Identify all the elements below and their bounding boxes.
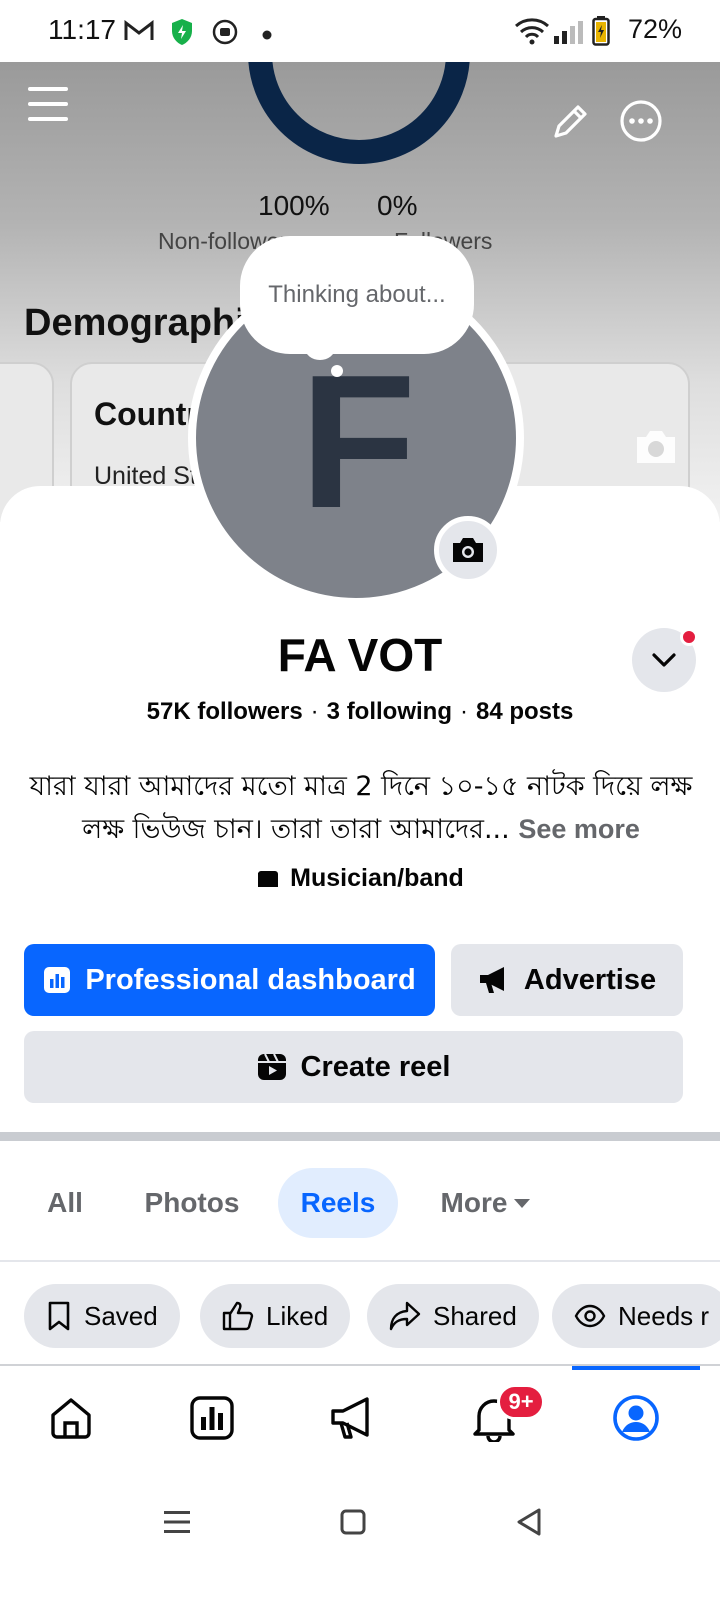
status-bar: 11:17 72% [0, 0, 720, 62]
profile-stats: 57K followers · 3 following · 84 posts [0, 698, 720, 726]
thought-bubble[interactable]: Thinking about... [240, 236, 474, 354]
chip-liked-label: Liked [266, 1300, 329, 1331]
create-reel-label: Create reel [300, 1050, 451, 1083]
chip-shared-label: Shared [433, 1300, 517, 1331]
profile-name: FA VOT [277, 629, 443, 681]
followers-percent: 0% [377, 190, 418, 221]
stats-separator: · [310, 698, 319, 725]
nav-active-indicator [572, 1366, 700, 1370]
tab-all[interactable]: All [28, 1168, 102, 1238]
nav-advertise[interactable] [323, 1388, 383, 1448]
tab-reels[interactable]: Reels [278, 1168, 398, 1238]
professional-dashboard-button[interactable]: Professional dashboard [24, 944, 435, 1016]
menu-icon[interactable] [24, 82, 72, 126]
nav-dashboard[interactable] [182, 1388, 242, 1448]
eye-icon [574, 1304, 606, 1328]
thought-bubble-text: Thinking about... [268, 281, 446, 308]
nav-profile[interactable] [606, 1388, 666, 1448]
share-icon [389, 1301, 421, 1331]
profile-bio: যারা যারা আমাদের মতো মাত্র 2 দিনে ১০-১৫ … [28, 766, 694, 851]
status-time: 11:17 [48, 14, 116, 45]
non-followers-percent: 100% [258, 190, 330, 221]
profile-category: Musician/band [0, 864, 720, 893]
more-options-icon[interactable] [618, 98, 664, 144]
shield-icon [170, 18, 194, 51]
battery-icon [592, 16, 610, 51]
gmail-icon [124, 19, 154, 47]
nav-home[interactable] [41, 1388, 101, 1448]
advertise-button[interactable]: Advertise [451, 944, 683, 1016]
thought-bubble-tail-small [331, 365, 343, 377]
dashboard-nav-icon [190, 1396, 234, 1440]
thumbs-up-icon [222, 1301, 254, 1331]
wifi-icon [514, 17, 550, 50]
notification-red-dot [680, 628, 698, 646]
bottom-nav: 9+ [0, 1366, 720, 1470]
section-divider [0, 1132, 720, 1141]
thought-bubble-tail [305, 336, 335, 360]
battery-percent: 72% [628, 14, 683, 44]
advertise-label: Advertise [523, 963, 657, 996]
notification-dot-icon [262, 27, 272, 45]
reel-filter-chips: Saved Liked Shared Needs r [0, 1284, 720, 1350]
followers-count[interactable]: 57K followers [147, 698, 303, 725]
profile-icon [613, 1395, 659, 1441]
followers-donut-chart [248, 62, 470, 164]
professional-dashboard-label: Professional dashboard [85, 963, 416, 996]
chip-saved-label: Saved [84, 1300, 158, 1331]
home-button-icon[interactable] [333, 1502, 373, 1542]
tabs-divider [0, 1260, 720, 1262]
chip-needs-review[interactable]: Needs r [552, 1284, 720, 1348]
tab-photos[interactable]: Photos [132, 1168, 252, 1238]
chevron-down-icon [652, 653, 676, 667]
cover-camera-icon[interactable] [632, 426, 680, 468]
briefcase-icon [258, 870, 279, 887]
recent-apps-icon[interactable] [157, 1502, 197, 1542]
stats-separator: · [460, 698, 468, 725]
chip-liked[interactable]: Liked [200, 1284, 351, 1348]
tab-more[interactable]: More [426, 1168, 546, 1238]
megaphone-icon [479, 967, 504, 993]
see-more-link[interactable]: See more [518, 814, 640, 844]
chip-needs-review-label: Needs r [618, 1300, 710, 1331]
chip-shared[interactable]: Shared [367, 1284, 539, 1348]
dashboard-icon [44, 967, 71, 993]
reel-icon [257, 1053, 286, 1080]
tab-more-label: More [440, 1187, 508, 1218]
megaphone-nav-icon [331, 1397, 369, 1439]
notifications-badge: 9+ [497, 1384, 545, 1420]
create-reel-button[interactable]: Create reel [24, 1031, 683, 1103]
media-icon [212, 19, 238, 50]
bookmark-icon [48, 1301, 70, 1331]
system-nav-bar [0, 1480, 720, 1600]
content-tabs: All Photos Reels More [0, 1164, 720, 1240]
edit-pencil-icon[interactable] [548, 100, 592, 144]
chip-saved[interactable]: Saved [24, 1284, 180, 1348]
category-label: Musician/band [290, 864, 464, 892]
camera-icon [453, 538, 483, 562]
home-icon [51, 1398, 91, 1439]
signal-icon [553, 20, 585, 49]
avatar-camera-button[interactable] [434, 516, 502, 584]
caret-down-icon [514, 1199, 531, 1208]
following-count[interactable]: 3 following [327, 698, 452, 725]
back-icon[interactable] [509, 1502, 549, 1542]
posts-count: 84 posts [476, 698, 574, 725]
